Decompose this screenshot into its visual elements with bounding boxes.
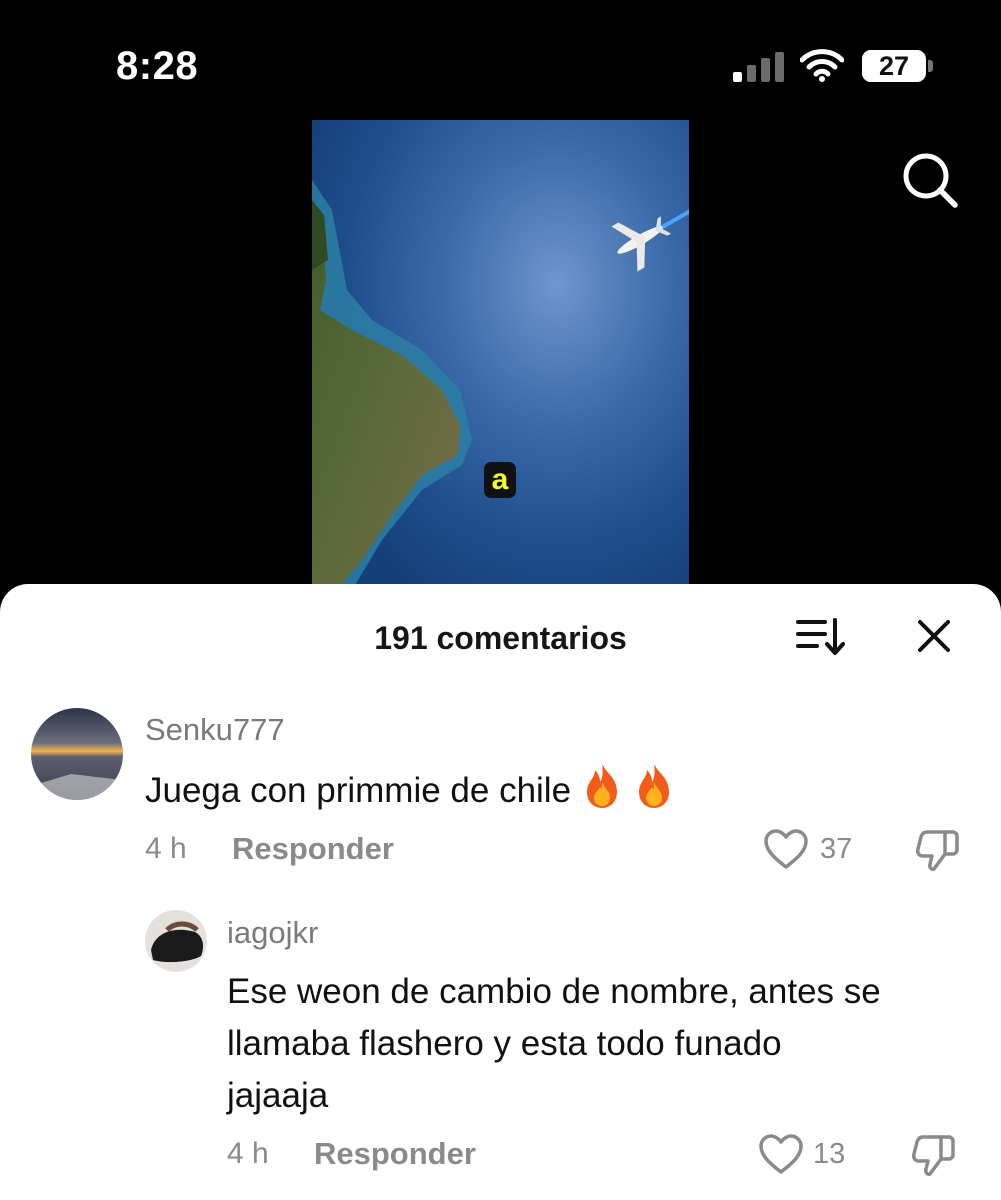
like-count: 37 (820, 833, 853, 865)
comment-timestamp: 4 h (145, 832, 187, 865)
battery-cap (928, 60, 933, 72)
status-time: 8:28 (116, 44, 199, 88)
like-count: 13 (813, 1138, 846, 1170)
fire-icon (587, 764, 618, 808)
avatar[interactable] (145, 910, 207, 972)
search-icon[interactable] (900, 150, 960, 210)
reply-button[interactable]: Responder (314, 1136, 476, 1172)
comment-timestamp: 4 h (227, 1137, 269, 1170)
sort-icon[interactable] (795, 616, 847, 658)
video-caption: a (484, 462, 516, 498)
comments-count-title: 191 comentarios (374, 620, 627, 656)
comment-text-line: llamaba flashero y esta todo funado (227, 1024, 782, 1063)
comment-text-line: jajaaja (227, 1076, 329, 1115)
comment-text: Juega con primmie de chile (145, 762, 675, 817)
video-frame-map (312, 120, 689, 590)
comment-username[interactable]: iagojkr (227, 915, 318, 951)
reply-button[interactable]: Responder (232, 831, 394, 867)
comment-username[interactable]: Senku777 (145, 712, 285, 748)
dislike-icon[interactable] (911, 1131, 957, 1177)
close-icon[interactable] (912, 614, 956, 658)
dislike-icon[interactable] (915, 826, 961, 872)
wifi-icon (800, 49, 844, 82)
comment-text-line: Ese weon de cambio de nombre, antes se (227, 972, 881, 1011)
comment-text-body: Juega con primmie de chile (145, 771, 572, 810)
battery-icon: 27 (862, 50, 926, 82)
avatar[interactable] (31, 708, 123, 800)
heart-icon[interactable] (763, 828, 809, 870)
cellular-signal-icon (733, 52, 784, 82)
fire-icon (639, 764, 670, 808)
video-player[interactable] (312, 120, 689, 590)
comment-text: Ese weon de cambio de nombre, antes se l… (227, 966, 987, 1122)
battery-level: 27 (878, 50, 910, 81)
heart-icon[interactable] (758, 1133, 804, 1175)
